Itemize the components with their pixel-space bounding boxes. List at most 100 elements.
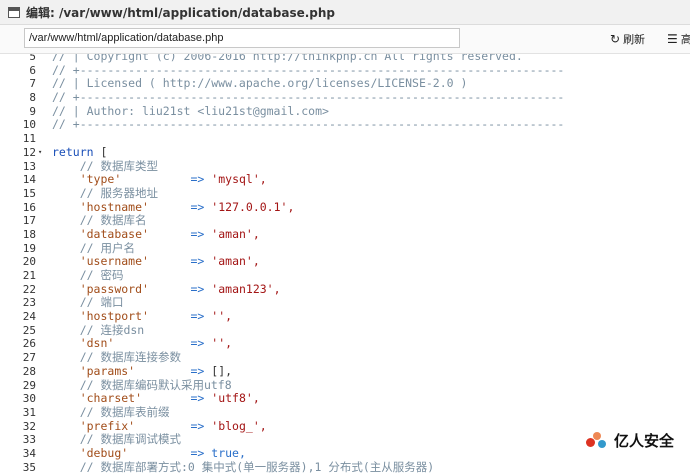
line-number: 7 xyxy=(29,77,36,91)
line-number: 35 xyxy=(22,460,36,474)
window-titlebar: 编辑: /var/www/html/application/database.p… xyxy=(0,0,690,25)
line-number: 34 xyxy=(22,446,36,460)
line-number: 6 xyxy=(29,63,36,77)
config-value: [], xyxy=(211,363,233,378)
line-number: 8 xyxy=(29,91,36,105)
code-text: 'password' => 'aman123', xyxy=(79,281,281,296)
config-value: 'aman', xyxy=(211,226,260,241)
line-number: 28 xyxy=(22,364,36,378)
line-number: 29 xyxy=(22,378,36,392)
code-line: 15 // 服务器地址 xyxy=(0,185,690,201)
code-line: 26 'dsn' => '', xyxy=(0,337,690,351)
fold-toggle-icon[interactable]: ▾ xyxy=(38,146,46,160)
window-icon xyxy=(8,6,20,18)
watermark: 亿人安全 xyxy=(585,430,674,451)
line-number: 15 xyxy=(22,186,36,200)
line-number: 22 xyxy=(22,282,36,296)
line-number: 20 xyxy=(22,255,36,269)
code-line: 27 // 数据库连接参数 xyxy=(0,350,690,365)
line-number: 13 xyxy=(22,159,36,173)
config-key: 'username' xyxy=(79,254,149,269)
list-icon: ☰ xyxy=(667,32,678,46)
config-key: 'debug' xyxy=(79,445,129,460)
code-line: 14 'type' => 'mysql', xyxy=(0,172,690,187)
code-line: 11 xyxy=(0,132,690,146)
line-number: 12 xyxy=(22,145,36,159)
code-text: // | Author: liu21st <liu21st@gmail.com> xyxy=(52,103,329,118)
code-line: 8 // +-----------------------------------… xyxy=(0,90,690,105)
code-text: 'dsn' => '', xyxy=(79,336,233,351)
line-number: 14 xyxy=(22,173,36,187)
code-text: // 用户名 xyxy=(52,240,135,255)
line-number: 5 xyxy=(29,54,36,63)
config-key: 'hostport' xyxy=(79,309,149,324)
code-line: 19 // 用户名 xyxy=(0,240,690,256)
line-number: 9 xyxy=(29,104,36,118)
code-text: 'type' => 'mysql', xyxy=(79,172,267,187)
code-line: 29 // 数据库编码默认采用utf8 xyxy=(0,378,690,393)
code-line: 20 'username' => 'aman', xyxy=(0,254,690,269)
code-text: 'params' => [], xyxy=(79,363,233,378)
refresh-icon: ↻ xyxy=(610,32,621,46)
line-number: 17 xyxy=(22,214,36,228)
editor-toolbar: ↻ 刷新 ☰ 高 xyxy=(0,25,690,54)
code-text: // 数据库表前缀 xyxy=(52,404,170,419)
code-line: 24 'hostport' => '', xyxy=(0,309,690,324)
code-text: // | Licensed ( http://www.apache.org/li… xyxy=(52,76,468,91)
line-number: 24 xyxy=(22,310,36,324)
line-number: 27 xyxy=(22,351,36,365)
file-path-input[interactable] xyxy=(24,28,460,48)
code-line: 10 // +----------------------------------… xyxy=(0,118,690,132)
line-number: 19 xyxy=(22,241,36,255)
code-text: return [ xyxy=(52,144,108,159)
code-area[interactable]: 5// | Copyright (c) 2006-2016 http://thi… xyxy=(0,54,690,475)
code-text: // 数据库调试模式 xyxy=(52,432,181,447)
config-key: 'prefix' xyxy=(79,418,136,433)
code-text: 'username' => 'aman', xyxy=(79,254,260,269)
code-line: 18 'database' => 'aman', xyxy=(0,226,690,242)
code-line: 22 'password' => 'aman123', xyxy=(0,281,690,297)
advanced-label: 高 xyxy=(680,33,690,46)
code-text: 'prefix' => 'blog_', xyxy=(79,418,267,433)
code-text: // 服务器地址 xyxy=(52,185,158,200)
code-line: 25 // 连接dsn xyxy=(0,322,690,338)
line-number: 21 xyxy=(22,269,36,282)
line-number: 10 xyxy=(22,118,36,132)
code-editor[interactable]: 5// | Copyright (c) 2006-2016 http://thi… xyxy=(0,54,690,475)
code-line: 21 // 密码 xyxy=(0,268,690,283)
code-text: // 连接dsn xyxy=(52,322,145,337)
code-line: 30 'charset' => 'utf8', xyxy=(0,391,690,406)
code-line: 9 // | Author: liu21st <liu21st@gmail.com… xyxy=(0,103,690,119)
refresh-label: 刷新 xyxy=(623,33,646,46)
config-value: true, xyxy=(211,445,246,460)
config-key: 'database' xyxy=(79,226,149,241)
line-number: 33 xyxy=(22,433,36,447)
code-line: 13 // 数据库类型 xyxy=(0,158,690,174)
config-value: 'utf8', xyxy=(211,391,260,406)
code-text: 'charset' => 'utf8', xyxy=(79,391,260,406)
advanced-button[interactable]: ☰ 高 xyxy=(667,29,690,49)
config-key: 'password' xyxy=(79,281,149,296)
config-value: '', xyxy=(211,309,233,324)
refresh-button[interactable]: ↻ 刷新 xyxy=(610,29,645,49)
config-value: 'aman', xyxy=(211,254,260,269)
code-text: // +------------------------------------… xyxy=(52,62,565,77)
watermark-logo-icon xyxy=(585,431,608,450)
code-line: 31 // 数据库表前缀 xyxy=(0,404,690,420)
code-text: // 数据库部署方式:0 集中式(单一服务器),1 分布式(主从服务器) xyxy=(52,459,435,474)
code-text: 'debug' => true, xyxy=(79,445,246,460)
config-value: '127.0.0.1', xyxy=(211,199,295,214)
code-text: 'hostname' => '127.0.0.1', xyxy=(79,199,295,214)
line-number: 30 xyxy=(22,392,36,406)
config-value: 'aman123', xyxy=(211,281,281,296)
config-value: 'mysql', xyxy=(211,172,267,187)
code-line: 7 // | Licensed ( http://www.apache.org/l… xyxy=(0,77,690,91)
code-text: // 数据库类型 xyxy=(52,158,158,173)
code-line: 23 // 端口 xyxy=(0,296,690,310)
code-text: // 端口 xyxy=(52,295,124,310)
line-number: 16 xyxy=(22,200,36,214)
line-number: 23 xyxy=(22,296,36,310)
watermark-text: 亿人安全 xyxy=(613,432,674,450)
line-number: 26 xyxy=(22,337,36,351)
code-line: 6 // +-----------------------------------… xyxy=(0,62,690,78)
